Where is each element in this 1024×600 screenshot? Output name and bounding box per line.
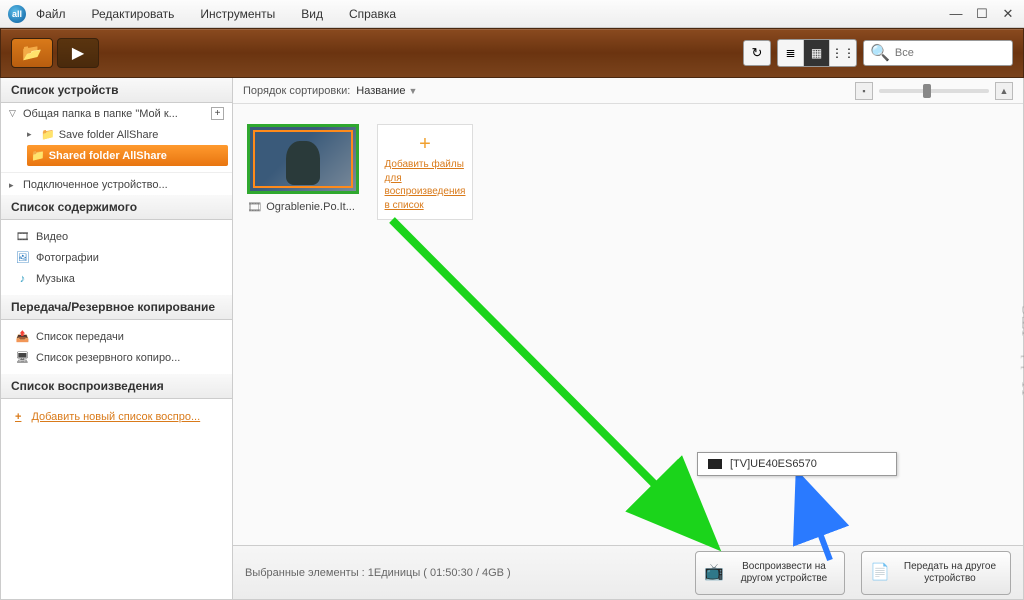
music-icon: ♪ [15,271,30,286]
transfer-to-device-button[interactable]: 📄 Передать на другое устройство [861,551,1011,595]
maximize-button[interactable]: ☐ [974,6,990,22]
tv-icon [708,459,722,469]
app-icon: all [8,5,26,23]
save-folder-item[interactable]: ▸ 📁 Save folder AllShare [23,124,232,145]
view-grid-button[interactable]: ▦ [804,40,830,66]
sort-label: Порядок сортировки: [243,85,350,97]
transfer-list-label: Список передачи [36,331,124,343]
status-bar: Выбранные элементы : 1Единицы ( 01:50:30… [233,545,1023,599]
zoom-in-icon[interactable]: ▲ [995,82,1013,100]
devices-header: Список устройств [1,78,232,103]
sidebar: Список устройств ▽ Общая папка в папке "… [1,78,233,599]
add-folder-button[interactable]: + [211,107,224,120]
backup-list-label: Список резервного копиро... [36,352,180,364]
refresh-button[interactable]: ↻ [743,40,771,66]
shared-folder-label: Shared folder AllShare [49,150,167,162]
transfer-icon: 📤 [15,329,30,344]
view-mode-group: ≣ ▦ ⋮⋮ [777,39,857,67]
backup-icon: 🖥 [15,350,30,365]
content-photo[interactable]: 🖼 Фотографии [1,247,232,268]
search-input[interactable] [895,47,1006,59]
add-files-label: Добавить файлы для воспроизведения в спи… [385,158,466,212]
menu-help[interactable]: Справка [349,7,396,21]
transfer-button-label: Передать на другое устройство [898,561,1002,585]
plus-icon: + [15,411,21,423]
thumbnail-filename: Ograblenie.Po.It... [266,201,355,213]
transfer-header: Передача/Резервное копирование [1,295,232,320]
plus-icon: + [419,133,431,156]
shared-folder-root[interactable]: ▽ Общая папка в папке "Мой к... + [1,103,232,124]
play-mode-button[interactable]: ▶ [57,38,99,68]
chevron-down-icon: ▼ [409,86,418,96]
play-button-label: Воспроизвести на другом устройстве [732,561,836,585]
film-icon: 🎞 [247,200,262,214]
connected-device-label: Подключенное устройство... [23,179,168,191]
search-box[interactable]: 🔍 [863,40,1013,66]
zoom-thumb[interactable] [923,84,931,98]
zoom-slider[interactable] [879,89,989,93]
playlist-header: Список воспроизведения [1,374,232,399]
video-icon: 🎞 [15,229,30,244]
title-bar: all Файл Редактировать Инструменты Вид С… [0,0,1024,28]
minimize-button[interactable]: — [948,6,964,22]
menu-view[interactable]: Вид [301,7,323,21]
content-video[interactable]: 🎞 Видео [1,226,232,247]
content-area: Порядок сортировки: Название ▼ ▪ ▲ 🎞 Ogra… [233,78,1023,599]
close-button[interactable]: ✕ [1000,6,1016,22]
watermark: HobbyITS.com [1018,260,1024,396]
sort-bar: Порядок сортировки: Название ▼ ▪ ▲ [233,78,1023,104]
device-tooltip-label: [TV]UE40ES6570 [730,458,817,470]
add-playlist-link[interactable]: + Добавить новый список воспро... [1,405,232,429]
video-thumbnail[interactable]: 🎞 Ograblenie.Po.It... [247,124,359,214]
send-icon: 📄 [870,563,890,582]
music-label: Музыка [36,273,75,285]
thumbnails-area: 🎞 Ograblenie.Po.It... + Добавить файлы дл… [233,104,1023,545]
menu-edit[interactable]: Редактировать [92,7,175,21]
save-folder-label: Save folder AllShare [59,129,159,141]
chevron-down-icon: ▽ [9,108,19,119]
toolbar: 📂 ▶ ↻ ≣ ▦ ⋮⋮ 🔍 [0,28,1024,78]
chevron-right-icon: ▸ [9,180,19,191]
connected-device-row[interactable]: ▸ Подключенное устройство... [1,172,232,195]
backup-list-item[interactable]: 🖥 Список резервного копиро... [1,347,232,368]
folder-mode-button[interactable]: 📂 [11,38,53,68]
thumbnail-image [247,124,359,194]
video-label: Видео [36,231,68,243]
shared-folder-item[interactable]: 📁 Shared folder AllShare [27,145,228,166]
folder-icon: 📁 [31,149,45,162]
cast-icon: 📺 [704,563,724,582]
status-text: Выбранные элементы : 1Единицы ( 01:50:30… [245,567,511,579]
transfer-list-item[interactable]: 📤 Список передачи [1,326,232,347]
folder-icon: 📁 [41,128,55,141]
thumbnail-label: 🎞 Ograblenie.Po.It... [247,200,359,214]
zoom-out-icon[interactable]: ▪ [855,82,873,100]
content-music[interactable]: ♪ Музыка [1,268,232,289]
sort-dropdown[interactable]: Название ▼ [356,85,417,97]
window-controls: — ☐ ✕ [948,6,1016,22]
chevron-right-icon: ▸ [27,129,37,140]
search-icon: 🔍 [870,43,890,63]
add-files-card[interactable]: + Добавить файлы для воспроизведения в с… [377,124,473,220]
device-tooltip[interactable]: [TV]UE40ES6570 [697,452,897,476]
view-tiles-button[interactable]: ⋮⋮ [830,40,856,66]
add-playlist-label: Добавить новый список воспро... [31,411,200,423]
photo-label: Фотографии [36,252,99,264]
content-header: Список содержимого [1,195,232,220]
shared-folder-root-label: Общая папка в папке "Мой к... [23,108,178,120]
sort-value: Название [356,85,405,97]
view-list-button[interactable]: ≣ [778,40,804,66]
menu-file[interactable]: Файл [36,7,66,21]
zoom-controls: ▪ ▲ [855,82,1013,100]
play-on-device-button[interactable]: 📺 Воспроизвести на другом устройстве [695,551,845,595]
photo-icon: 🖼 [15,250,30,265]
menu-tools[interactable]: Инструменты [200,7,275,21]
